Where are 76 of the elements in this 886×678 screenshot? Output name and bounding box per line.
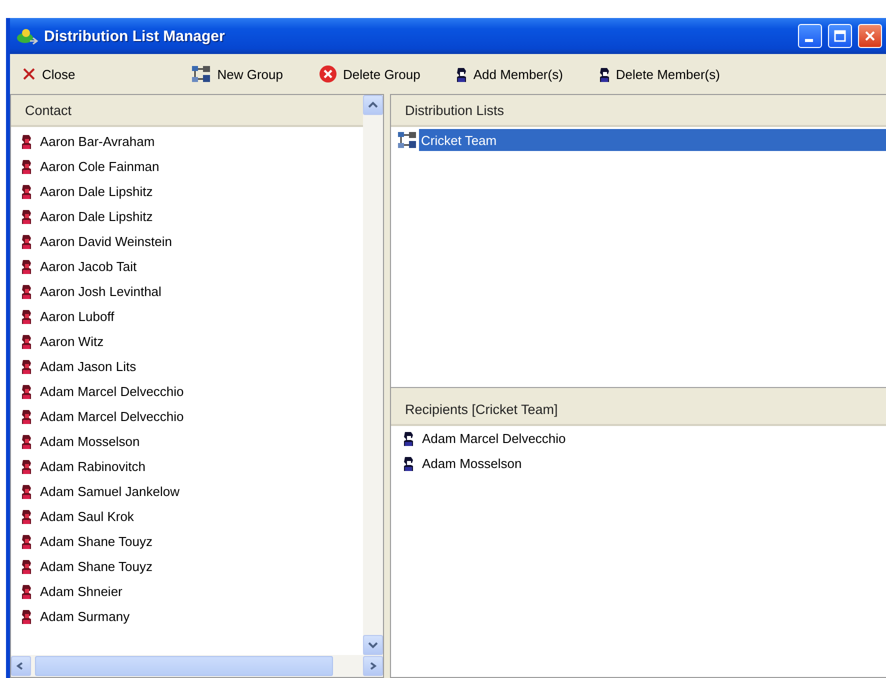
contact-name[interactable]: Aaron Dale Lipshitz — [40, 184, 153, 199]
contact-name[interactable]: Adam Samuel Jankelow — [40, 484, 180, 499]
contact-name[interactable]: Aaron Jacob Tait — [40, 259, 137, 274]
person-icon — [21, 409, 32, 424]
contact-name[interactable]: Adam Jason Lits — [40, 359, 136, 374]
window-title: Distribution List Manager — [44, 28, 226, 44]
person-icon — [598, 66, 610, 82]
column-header[interactable]: Contact — [11, 95, 363, 127]
person-icon — [21, 509, 32, 524]
person-icon — [21, 209, 32, 224]
person-icon — [21, 284, 32, 299]
scroll-right-button[interactable] — [363, 656, 383, 676]
person-icon — [21, 359, 32, 374]
person-icon — [21, 584, 32, 599]
vertical-scrollbar[interactable] — [363, 95, 383, 655]
person-icon — [21, 334, 32, 349]
maximize-button[interactable] — [828, 24, 852, 48]
contact-name[interactable]: Adam Shane Touyz — [40, 559, 152, 574]
column-header[interactable]: Distribution Lists — [391, 95, 886, 127]
horizontal-scrollbar[interactable] — [11, 655, 383, 677]
scroll-down-button[interactable] — [363, 635, 383, 655]
person-icon — [21, 234, 32, 249]
close-button[interactable] — [858, 24, 882, 48]
maximize-icon — [834, 30, 846, 42]
scroll-left-button[interactable] — [11, 656, 31, 676]
toolbar-button[interactable]: Close — [18, 64, 80, 84]
person-icon — [21, 309, 32, 324]
person-icon — [21, 259, 32, 274]
close-icon — [22, 67, 36, 81]
contact-name[interactable]: Adam Shneier — [40, 584, 122, 599]
contact-name[interactable]: Adam Shane Touyz — [40, 534, 152, 549]
minimize-icon — [805, 38, 813, 42]
person-icon — [21, 134, 32, 149]
person-icon — [21, 384, 32, 399]
contact-name[interactable]: Adam Mosselson — [40, 434, 140, 449]
person-icon — [403, 431, 414, 446]
person-icon — [21, 559, 32, 574]
distribution-list-item[interactable]: Cricket Team — [419, 129, 886, 151]
person-icon — [21, 434, 32, 449]
minimize-button[interactable] — [798, 24, 822, 48]
contact-name[interactable]: Adam Rabinovitch — [40, 459, 146, 474]
toolbar-button[interactable]: Delete Group — [315, 63, 424, 85]
contact-name[interactable]: Adam Marcel Delvecchio — [40, 409, 184, 424]
scroll-up-button[interactable] — [363, 95, 383, 115]
person-icon — [21, 534, 32, 549]
chevron-icon — [368, 641, 378, 649]
person-icon — [21, 184, 32, 199]
person-icon — [21, 459, 32, 474]
contact-name[interactable]: Aaron Luboff — [40, 309, 114, 324]
contact-name[interactable]: Aaron Witz — [40, 334, 104, 349]
contact-name[interactable]: Aaron David Weinstein — [40, 234, 172, 249]
contact-name[interactable]: Adam Marcel Delvecchio — [40, 384, 184, 399]
person-icon — [21, 159, 32, 174]
person-icon — [21, 609, 32, 624]
contact-name[interactable]: Adam Surmany — [40, 609, 130, 624]
toolbar-button[interactable]: Add Member(s) — [452, 64, 567, 84]
app-icon — [16, 27, 38, 45]
toolbar-button[interactable]: Delete Member(s) — [594, 64, 724, 84]
person-icon — [403, 456, 414, 471]
recipient-name[interactable]: Adam Marcel Delvecchio — [422, 431, 566, 446]
column-header[interactable]: Recipients [Cricket Team] — [391, 394, 886, 426]
chevron-icon — [368, 662, 378, 670]
close-icon — [864, 30, 876, 42]
delete-icon — [319, 65, 337, 83]
person-icon — [21, 484, 32, 499]
recipient-name[interactable]: Adam Mosselson — [422, 456, 522, 471]
contact-name[interactable]: Adam Saul Krok — [40, 509, 134, 524]
group-icon — [397, 131, 417, 149]
contact-name[interactable]: Aaron Dale Lipshitz — [40, 209, 153, 224]
chevron-icon — [368, 101, 378, 109]
group-icon — [191, 65, 212, 83]
contact-name[interactable]: Aaron Cole Fainman — [40, 159, 160, 174]
person-icon — [456, 66, 468, 82]
toolbar-button[interactable]: New Group — [187, 63, 287, 85]
contact-name[interactable]: Aaron Bar-Avraham — [40, 134, 155, 149]
contact-name[interactable]: Aaron Josh Levinthal — [40, 284, 162, 299]
